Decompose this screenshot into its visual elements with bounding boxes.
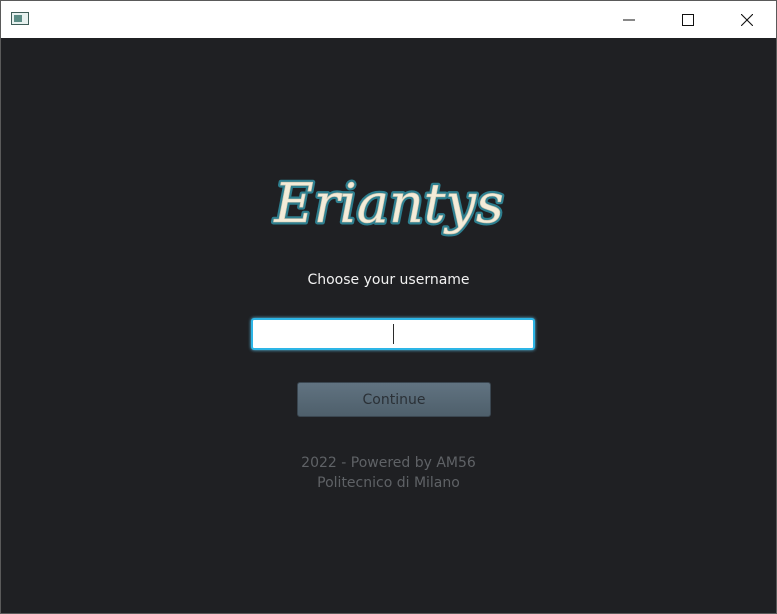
footer-credits: 2022 - Powered by AM56 xyxy=(301,455,476,471)
close-button[interactable] xyxy=(718,1,776,38)
text-caret xyxy=(393,324,394,344)
close-icon xyxy=(741,13,753,26)
title-bar[interactable] xyxy=(1,1,776,38)
eriantys-logo: Eriantys Eriantys xyxy=(1,164,776,248)
continue-button[interactable]: Continue xyxy=(297,382,491,417)
footer-institution: Politecnico di Milano xyxy=(317,475,460,491)
app-icon xyxy=(11,12,29,25)
maximize-icon xyxy=(682,13,694,26)
minimize-button[interactable] xyxy=(600,1,658,38)
username-prompt: Choose your username xyxy=(307,272,470,288)
app-window: Eriantys Eriantys Choose your username C… xyxy=(0,0,777,614)
footer: 2022 - Powered by AM56 Politecnico di Mi… xyxy=(1,453,776,493)
login-screen: Eriantys Eriantys Choose your username C… xyxy=(1,38,776,613)
logo-text: Eriantys xyxy=(273,172,503,235)
maximize-button[interactable] xyxy=(659,1,717,38)
minimize-icon xyxy=(623,19,635,20)
